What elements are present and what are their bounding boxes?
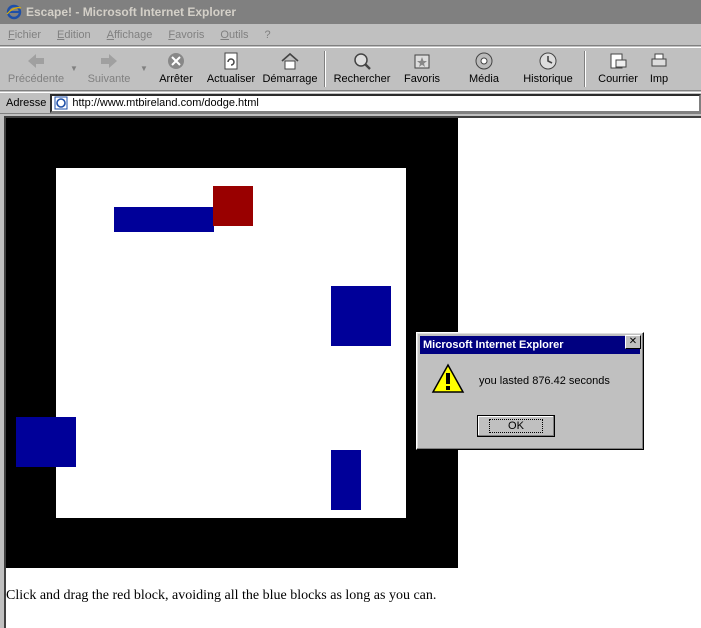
dialog-message: you lasted 876.42 seconds <box>479 375 610 387</box>
refresh-icon <box>224 52 238 70</box>
stop-label: Arrêter <box>159 73 193 85</box>
back-button[interactable]: Précédente <box>4 48 68 90</box>
history-button[interactable]: Historique <box>516 48 580 90</box>
search-label: Rechercher <box>333 73 391 85</box>
dialog-close-button[interactable]: ✕ <box>625 335 641 349</box>
menu-edition[interactable]: Edition <box>57 29 91 41</box>
toolbar-separator <box>324 51 326 87</box>
toolbar: Précédente ▼ Suivante ▼ Arrêter Actualis… <box>0 47 701 91</box>
menu-outils[interactable]: Outils <box>220 29 248 41</box>
history-icon <box>539 52 557 70</box>
address-input[interactable]: http://www.mtbireland.com/dodge.html <box>50 93 701 113</box>
stop-button[interactable]: Arrêter <box>150 48 202 90</box>
dialog-title-bar: Microsoft Internet Explorer <box>420 336 640 354</box>
history-label: Historique <box>523 73 573 85</box>
stop-icon <box>168 53 184 69</box>
toolbar-separator <box>584 51 586 87</box>
blue-block <box>114 207 214 232</box>
print-button[interactable]: Imp <box>644 48 674 90</box>
menu-help[interactable]: ? <box>265 29 271 41</box>
forward-label: Suivante <box>87 73 131 85</box>
forward-button[interactable]: Suivante <box>80 48 138 90</box>
blue-block <box>331 450 361 510</box>
mail-button[interactable]: Courrier <box>592 48 644 90</box>
favorites-label: Favoris <box>403 73 441 85</box>
ok-label: OK <box>489 419 543 433</box>
forward-arrow-icon <box>101 54 117 68</box>
menu-favoris[interactable]: Favoris <box>168 29 204 41</box>
media-button[interactable]: Média <box>452 48 516 90</box>
ie-logo-icon <box>6 4 22 20</box>
media-icon <box>475 52 493 70</box>
address-label: Adresse <box>6 97 47 109</box>
print-label: Imp <box>649 73 669 85</box>
search-button[interactable]: Rechercher <box>332 48 392 90</box>
mail-label: Courrier <box>598 73 638 85</box>
ok-button[interactable]: OK <box>477 415 555 437</box>
menu-affichage[interactable]: Affichage <box>107 29 153 41</box>
favorites-button[interactable]: Favoris <box>392 48 452 90</box>
home-icon <box>281 52 299 70</box>
warning-icon <box>431 363 465 393</box>
game-arena <box>6 118 458 568</box>
refresh-button[interactable]: Actualiser <box>202 48 260 90</box>
back-arrow-icon <box>28 54 44 68</box>
forward-dropdown[interactable]: ▼ <box>138 48 150 73</box>
window-title: Escape! - Microsoft Internet Explorer <box>26 5 237 19</box>
instructions-text: Click and drag the red block, avoiding a… <box>6 588 437 603</box>
media-label: Média <box>469 73 499 85</box>
refresh-label: Actualiser <box>206 73 256 85</box>
address-url: http://www.mtbireland.com/dodge.html <box>72 97 259 109</box>
favorites-icon <box>414 54 430 69</box>
browser-window: Escape! - Microsoft Internet Explorer Fi… <box>0 0 701 628</box>
dialog-title: Microsoft Internet Explorer <box>423 339 564 351</box>
home-label: Démarrage <box>262 73 318 85</box>
blue-block <box>331 286 391 346</box>
title-bar: Escape! - Microsoft Internet Explorer <box>0 0 701 24</box>
search-icon <box>354 53 371 70</box>
menu-fichier[interactable]: Fichier <box>8 29 41 41</box>
back-label: Précédente <box>7 73 65 85</box>
address-bar: Adresse http://www.mtbireland.com/dodge.… <box>0 92 701 114</box>
red-block[interactable] <box>213 186 253 226</box>
menu-bar: Fichier Edition Affichage Favoris Outils… <box>0 24 701 46</box>
alert-dialog: Microsoft Internet Explorer ✕ you lasted… <box>416 332 644 450</box>
back-dropdown[interactable]: ▼ <box>68 48 80 73</box>
page-icon <box>54 96 68 110</box>
print-icon <box>651 53 667 67</box>
mail-icon <box>610 53 627 69</box>
home-button[interactable]: Démarrage <box>260 48 320 90</box>
blue-block <box>16 417 76 467</box>
